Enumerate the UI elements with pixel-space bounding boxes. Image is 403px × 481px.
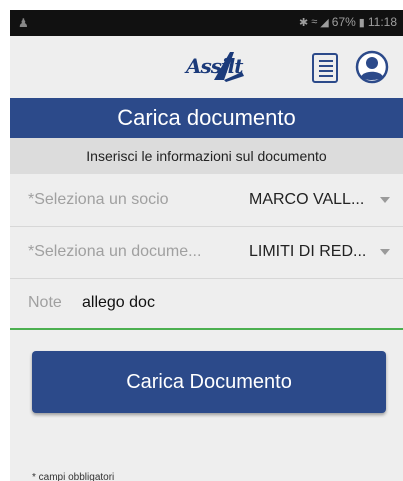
member-select-value: MARCO VALL... bbox=[249, 191, 365, 208]
logo-text: Assilt bbox=[186, 54, 243, 78]
battery-icon: ▮ bbox=[358, 16, 365, 29]
page-title: Carica documento bbox=[10, 98, 403, 138]
chevron-down-icon bbox=[380, 249, 390, 255]
upload-document-button[interactable]: Carica Documento bbox=[32, 351, 386, 413]
member-select-label: *Seleziona un socio bbox=[28, 191, 169, 208]
status-bar: ♟ ✱ ≈ ◢ 67% ▮ 11:18 bbox=[10, 10, 403, 36]
signal-icon: ◢ bbox=[320, 16, 329, 29]
note-input[interactable]: allego doc bbox=[82, 278, 155, 328]
wifi-icon: ≈ bbox=[311, 16, 318, 28]
note-field[interactable]: Note allego doc bbox=[10, 278, 403, 330]
page-subtitle: Inserisci le informazioni sul documento bbox=[10, 138, 403, 174]
document-form: *Seleziona un socio MARCO VALL... *Selez… bbox=[10, 174, 403, 330]
document-list-icon bbox=[312, 53, 338, 83]
app-bar: Assilt bbox=[10, 36, 403, 96]
document-select-value: LIMITI DI RED... bbox=[249, 243, 367, 260]
assilt-logo: Assilt bbox=[180, 50, 244, 86]
profile-button[interactable] bbox=[355, 50, 389, 84]
document-select[interactable]: *Seleziona un docume... LIMITI DI RED... bbox=[10, 226, 403, 279]
clock: 11:18 bbox=[367, 15, 397, 29]
battery-percent: 67% bbox=[331, 15, 356, 29]
app-notification-icon: ♟ bbox=[18, 16, 29, 30]
required-fields-note: * campi obbligatori bbox=[32, 472, 115, 481]
member-select[interactable]: *Seleziona un socio MARCO VALL... bbox=[10, 174, 403, 227]
profile-icon bbox=[355, 50, 389, 84]
document-list-button[interactable] bbox=[310, 52, 340, 84]
status-indicators: ✱ ≈ ◢ 67% ▮ 11:18 bbox=[299, 15, 397, 29]
note-label: Note bbox=[28, 294, 62, 311]
chevron-down-icon bbox=[380, 197, 390, 203]
bluetooth-icon: ✱ bbox=[299, 16, 309, 29]
document-select-label: *Seleziona un docume... bbox=[28, 243, 202, 260]
app-screen: ♟ ✱ ≈ ◢ 67% ▮ 11:18 Assilt Carica docume… bbox=[10, 10, 403, 481]
